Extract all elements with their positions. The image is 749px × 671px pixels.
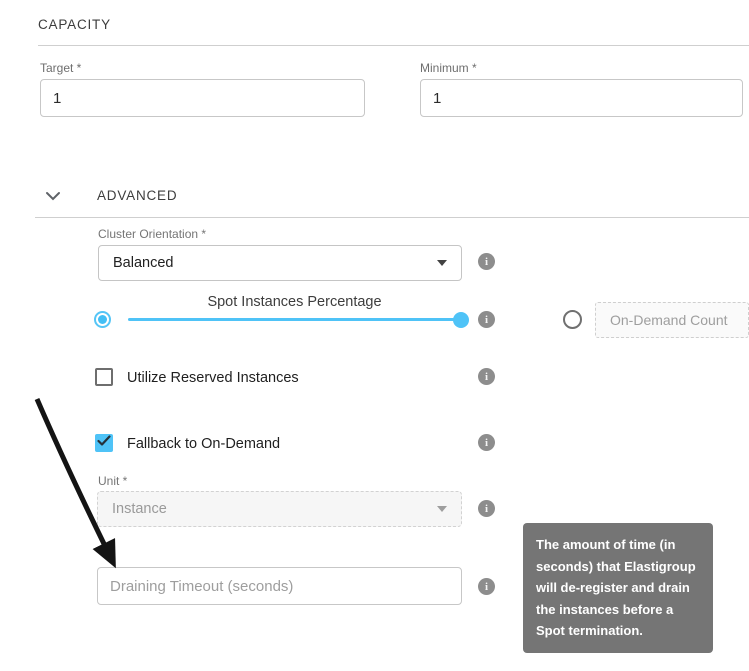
fallback-on-demand-checkbox[interactable]	[95, 434, 113, 452]
fallback-on-demand-info-icon[interactable]: i	[478, 434, 495, 451]
target-input[interactable]	[40, 79, 365, 117]
chevron-down-icon	[45, 188, 61, 205]
draining-timeout-info-icon[interactable]: i	[478, 578, 495, 595]
on-demand-count-radio[interactable]	[563, 310, 582, 329]
spot-percentage-radio[interactable]	[94, 311, 111, 328]
on-demand-count-input[interactable]	[595, 302, 749, 338]
advanced-section-title: ADVANCED	[97, 188, 177, 203]
dropdown-caret-icon	[437, 506, 447, 512]
cluster-orientation-info-icon[interactable]: i	[478, 253, 495, 270]
unit-label: Unit *	[98, 474, 127, 488]
unit-select: Instance	[97, 491, 462, 527]
utilize-reserved-checkbox[interactable]	[95, 368, 113, 386]
draining-timeout-input[interactable]	[97, 567, 462, 605]
advanced-collapse-toggle[interactable]	[45, 188, 61, 206]
minimum-input[interactable]	[420, 79, 743, 117]
cluster-orientation-label: Cluster Orientation *	[98, 227, 206, 241]
utilize-reserved-info-icon[interactable]: i	[478, 368, 495, 385]
spot-percentage-info-icon[interactable]: i	[478, 311, 495, 328]
spot-percentage-slider-track[interactable]	[128, 318, 458, 321]
cluster-orientation-select[interactable]: Balanced	[98, 245, 462, 281]
dropdown-caret-icon	[437, 260, 447, 266]
capacity-section-title: CAPACITY	[38, 17, 111, 32]
target-field-label: Target *	[40, 61, 81, 75]
radio-dot	[98, 315, 107, 324]
spot-percentage-slider-thumb[interactable]	[453, 312, 469, 328]
spot-percentage-label: Spot Instances Percentage	[128, 294, 461, 310]
unit-info-icon[interactable]: i	[478, 500, 495, 517]
cluster-orientation-value: Balanced	[113, 255, 437, 271]
draining-timeout-tooltip: The amount of time (in seconds) that Ela…	[523, 523, 713, 653]
fallback-on-demand-label: Fallback to On-Demand	[127, 436, 280, 452]
minimum-field-label: Minimum *	[420, 61, 477, 75]
advanced-divider	[35, 217, 749, 218]
checkmark-icon	[97, 434, 111, 452]
utilize-reserved-label: Utilize Reserved Instances	[127, 370, 299, 386]
unit-value: Instance	[112, 501, 437, 517]
capacity-divider	[38, 45, 749, 46]
